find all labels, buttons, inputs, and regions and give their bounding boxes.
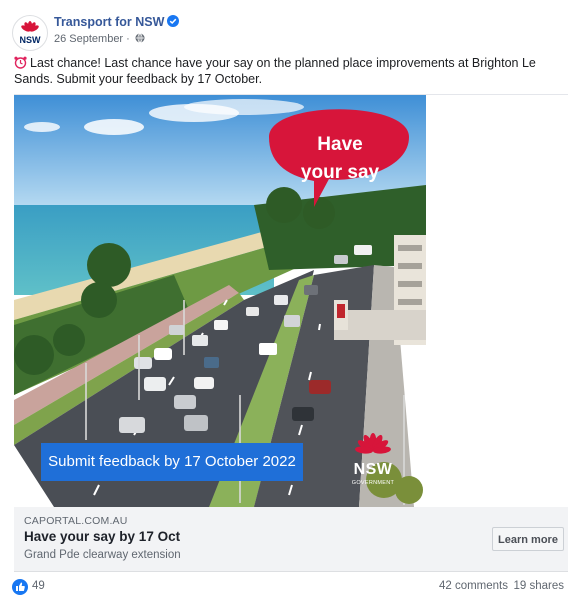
like-count[interactable]: 49 <box>32 580 45 592</box>
facebook-post: NSW Transport for NSW 26 September · Las… <box>0 0 568 604</box>
page-name[interactable]: Transport for NSW <box>54 15 164 29</box>
page-name-link[interactable]: Transport for NSW <box>54 15 180 29</box>
post-text: Last chance! Last chance have your say o… <box>14 56 536 86</box>
alarm-clock-icon <box>14 56 27 69</box>
post-date[interactable]: 26 September <box>54 33 123 45</box>
nsw-logo-word: NSW <box>353 461 393 478</box>
bubble-line-1: Have <box>317 134 363 155</box>
nsw-logo-subtitle: GOVERNMENT <box>351 480 395 486</box>
feedback-banner: Submit feedback by 17 October 2022 <box>41 443 303 481</box>
post-header: NSW Transport for NSW 26 September · <box>12 12 552 52</box>
post-meta: 26 September · <box>54 33 145 45</box>
like-thumb-icon[interactable] <box>12 579 28 595</box>
speech-bubble-text: Have your say <box>270 131 410 187</box>
learn-more-button[interactable]: Learn more <box>492 527 564 551</box>
link-preview[interactable]: CAPORTAL.COM.AU Have your say by 17 Oct … <box>14 507 568 572</box>
avatar-label: NSW <box>20 35 42 45</box>
link-title[interactable]: Have your say by 17 Oct <box>24 529 180 544</box>
link-description: Grand Pde clearway extension <box>24 549 181 561</box>
globe-icon <box>135 33 145 43</box>
shares-count[interactable]: 19 shares <box>513 580 564 592</box>
comments-count[interactable]: 42 comments <box>439 580 508 592</box>
link-domain: CAPORTAL.COM.AU <box>24 515 128 527</box>
page-avatar[interactable]: NSW <box>12 15 48 51</box>
verified-badge-icon <box>167 15 180 27</box>
post-message: Last chance! Last chance have your say o… <box>14 55 554 87</box>
bubble-line-2: your say <box>300 162 380 183</box>
nsw-waratah-icon: NSW <box>20 21 42 45</box>
post-image[interactable]: Have your say Submit feedback by 17 Octo… <box>14 95 426 507</box>
post-stats: 49 42 comments 19 shares <box>12 578 566 596</box>
